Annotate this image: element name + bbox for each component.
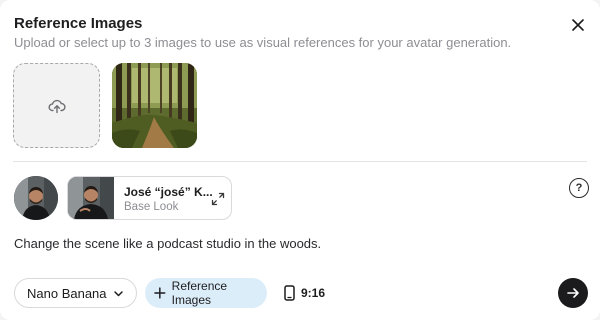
chevron-down-icon [114, 291, 123, 297]
phone-icon [284, 285, 295, 301]
modal-subtitle: Upload or select up to 3 images to use a… [14, 35, 512, 50]
upload-cloud-icon [47, 99, 66, 113]
aspect-ratio-button[interactable]: 9:16 [284, 283, 325, 303]
expand-icon[interactable] [211, 192, 225, 206]
arrow-right-icon [566, 288, 579, 298]
model-select[interactable]: Nano Banana [14, 278, 137, 308]
help-icon: ? [575, 182, 583, 194]
send-button[interactable] [558, 278, 588, 308]
modal-title: Reference Images [14, 15, 143, 32]
prompt-input[interactable]: Change the scene like a podcast studio i… [14, 236, 574, 251]
avatar-look-card[interactable]: José “josé” K... Base Look [67, 176, 232, 220]
plus-icon [154, 287, 166, 299]
close-icon [572, 19, 584, 31]
help-button[interactable]: ? [569, 178, 589, 198]
reference-images-modal: Reference Images Upload or select up to … [0, 0, 600, 320]
close-button[interactable] [566, 13, 590, 37]
reference-images-button-label: Reference Images [171, 279, 228, 307]
avatar[interactable] [14, 176, 58, 220]
reference-image-forest[interactable] [112, 63, 197, 148]
aspect-ratio-label: 9:16 [301, 286, 326, 300]
model-select-label: Nano Banana [27, 285, 107, 301]
upload-image-tile[interactable] [13, 63, 100, 148]
avatar-photo [14, 176, 58, 220]
reference-images-button[interactable]: Reference Images [145, 278, 267, 308]
forest-path-image [112, 63, 197, 148]
look-name: José “josé” K... [124, 185, 213, 199]
look-subtitle: Base Look [124, 201, 179, 213]
divider [13, 161, 587, 162]
look-thumbnail [68, 177, 114, 219]
